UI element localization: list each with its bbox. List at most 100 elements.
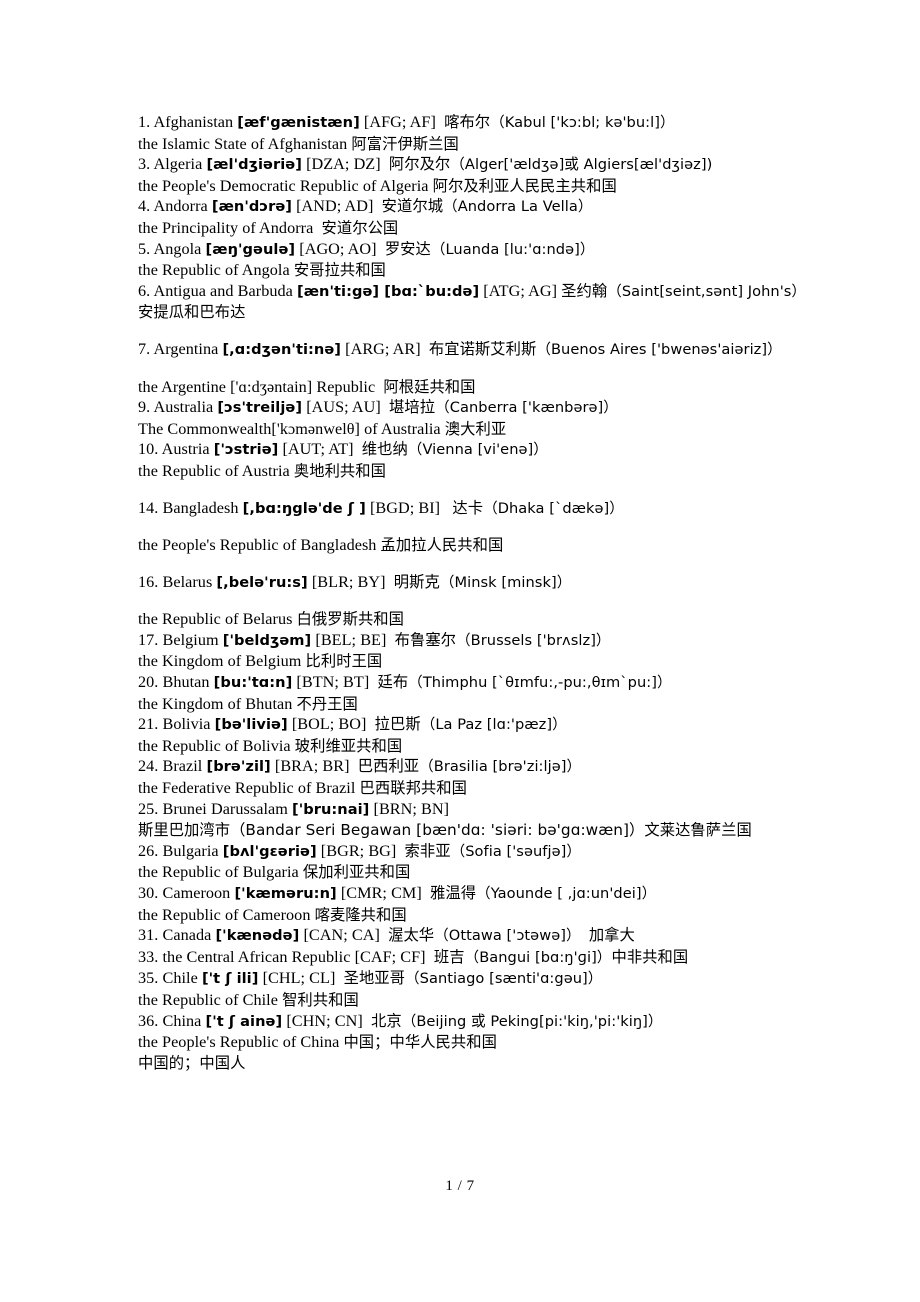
official-name: the People's Democratic Republic of Alge… [138, 176, 429, 195]
country-name: Brunei Darussalam [162, 799, 288, 818]
country-name: Afghanistan [153, 113, 234, 131]
capital-chinese: 罗安达 [384, 239, 431, 258]
document-page: 1. Afghanistan [æf'gænistæn] [AFG; AF] 喀… [0, 0, 920, 1302]
country-codes: [CMR; CM] [340, 884, 422, 902]
country-name: China [162, 1011, 202, 1030]
entry-line: 25. Brunei Darussalam ['bru:nai] [BRN; B… [138, 799, 798, 821]
pronunciation: ['ɔstriə] [213, 441, 279, 459]
document-body: 1. Afghanistan [æf'gænistæn] [AFG; AF] 喀… [138, 112, 806, 1074]
capital-english: （Santiago [sænti'ɑ:gəu]） [405, 970, 603, 988]
capital-english: （Alger['ældʒə]或 Algiers[æl'dʒiəz]) [450, 156, 713, 174]
official-name: the Republic of Austria [138, 461, 290, 480]
entry-line: the Republic of Bulgaria 保加利亚共和国 [138, 862, 798, 883]
capital-english: （Dhaka [`dækə]） [483, 499, 624, 517]
capital-english: （Thimphu [`θɪmfu:,-pu:,θɪm`pu:]） [408, 674, 672, 692]
pronunciation: [brə'zil] [206, 758, 271, 776]
entry-number: 16. [138, 572, 159, 591]
entry-number: 10. [138, 440, 159, 459]
official-name-chinese: 澳大利亚 [444, 419, 507, 438]
official-name: The Commonwealth['kɔmənwelθ] of Australi… [138, 419, 441, 438]
country-name: Antigua and Barbuda [153, 281, 293, 300]
country-codes: [BTN; BT] [296, 673, 370, 692]
entry-number: 4. [138, 197, 151, 216]
official-name-chinese: 阿根廷共和国 [383, 377, 476, 396]
official-name-chinese: 玻利维亚共和国 [294, 736, 403, 755]
official-name-chinese: 阿富汗伊斯兰国 [351, 134, 459, 153]
country-codes: [AUS; AU] [306, 398, 381, 417]
official-name: the Kingdom of Bhutan [138, 694, 293, 713]
entry-line: the Republic of Belarus 白俄罗斯共和国 [138, 609, 798, 630]
pronunciation: [æŋ'gəulə] [205, 240, 296, 258]
entry-line: the People's Republic of China 中国；中华人民共和… [138, 1032, 798, 1053]
capital-chinese: 雅温得 [430, 884, 477, 902]
entry-number: 36. [138, 1011, 159, 1030]
capital-chinese: 圣约翰 [561, 281, 608, 300]
page-footer: 1 / 7 [445, 1178, 475, 1194]
pronunciation: ['beldʒəm] [222, 631, 312, 649]
capital-chinese: 安道尔城 [381, 197, 444, 216]
capital-chinese: 北京 [371, 1011, 402, 1030]
official-name: the Republic of Belarus [138, 610, 293, 629]
entry-line: 14. Bangladesh [,bɑ:ŋglə'de ʃ ] [BGD; BI… [138, 498, 798, 520]
official-name-chinese: 孟加拉人民共和国 [380, 536, 504, 555]
country-codes: [ATG; AG] [483, 281, 558, 300]
entry-line: 安提瓜和巴布达 [138, 302, 798, 323]
capital-chinese: 达卡 [452, 498, 484, 517]
entry-line: the Kingdom of Belgium 比利时王国 [138, 651, 798, 672]
official-name: the Principality of Andorra [138, 218, 314, 237]
entry-line: the Republic of Austria 奥地利共和国 [138, 461, 798, 482]
country-name: Brazil [162, 757, 203, 776]
entry-line: 中国的；中国人 [138, 1053, 798, 1074]
entry-number: 14. [138, 498, 159, 517]
pronunciation: [,ɑ:dʒən'ti:nə] [222, 340, 342, 358]
capital-english: （Andorra La Vella） [443, 198, 593, 216]
capital-english: （Saint[seint,sənt] John's） [607, 282, 807, 300]
entry-line: 36. China ['t ʃ ainə] [CHN; CN] 北京（Beiji… [138, 1011, 798, 1033]
entry-line: the People's Republic of Bangladesh 孟加拉人… [138, 535, 798, 556]
entry-number: 17. [138, 630, 159, 649]
entry-number: 1. [138, 113, 151, 131]
country-name: Belgium [162, 630, 219, 649]
capital-chinese: 拉巴斯 [374, 715, 421, 734]
country-codes: [BGD; BI] [369, 498, 441, 517]
entry-number: 21. [138, 715, 159, 734]
capital-chinese: 明斯克 [393, 572, 440, 591]
entry-line: the Republic of Chile 智利共和国 [138, 990, 798, 1011]
entry-line: 21. Bolivia [bə'liviə] [BOL; BO] 拉巴斯（La … [138, 714, 798, 736]
entry-line: 5. Angola [æŋ'gəulə] [AGO; AO] 罗安达（Luand… [138, 239, 798, 261]
capital-chinese: 渥太华 [388, 926, 435, 945]
official-name: the Republic of Angola [138, 261, 290, 280]
capital-chinese: 圣地亚哥 [343, 969, 405, 988]
entry-line: 26. Bulgaria [bʌl'gɛəriə] [BGR; BG] 索非亚（… [138, 841, 798, 863]
pronunciation: ['kænədə] [215, 927, 300, 945]
capital-english: （Brasilia [brə'zi:ljə]） [419, 758, 582, 776]
entry-line: the Islamic State of Afghanistan 阿富汗伊斯兰国 [138, 134, 798, 155]
pronunciation: [bu:'tɑ:n] [213, 674, 293, 692]
pronunciation: ['bru:nai] [291, 800, 370, 818]
official-name-chinese: 智利共和国 [282, 990, 359, 1009]
capital-english: （La Paz [lɑ:'pæz]） [420, 716, 567, 734]
entry-line: 斯里巴加湾市（Bandar Seri Begawan [bæn'dɑ: 'siə… [138, 820, 798, 841]
capital-english: （Ottawa ['ɔtəwə]） [434, 927, 581, 945]
pronunciation: ['t ʃ ili] [201, 970, 259, 988]
official-name-chinese: 巴西联邦共和国 [359, 779, 467, 798]
country-name: Andorra [153, 197, 208, 216]
entry-number: 5. [138, 239, 151, 258]
entry-line: 1. Afghanistan [æf'gænistæn] [AFG; AF] 喀… [138, 112, 798, 134]
country-codes: [DZA; DZ] [306, 155, 381, 174]
official-name-chinese: 中国；中华人民共和国 [343, 1033, 497, 1052]
country-codes: [AUT; AT] [282, 440, 354, 459]
capital-chinese: 堪培拉 [389, 398, 436, 417]
official-name-chinese: 奥地利共和国 [293, 461, 386, 480]
country-name-chinese: 加拿大 [588, 926, 635, 945]
pronunciation: [ɔs'treiljə] [217, 399, 303, 417]
official-name: the Argentine ['ɑ:dʒəntain] Republic [138, 377, 376, 396]
entry-line: 24. Brazil [brə'zil] [BRA; BR] 巴西利亚（Bras… [138, 756, 798, 778]
pronunciation: [æl'dʒiəriə] [206, 156, 302, 174]
entry-line: 9. Australia [ɔs'treiljə] [AUS; AU] 堪培拉（… [138, 397, 798, 419]
entry-number: 35. [138, 969, 159, 988]
entry-line: the Republic of Angola 安哥拉共和国 [138, 260, 798, 281]
entry-line: 10. Austria ['ɔstriə] [AUT; AT] 维也纳（Vien… [138, 439, 798, 461]
capital-english: （Buenos Aires ['bwenəs'aiəriz]） [536, 340, 782, 358]
entry-line: 35. Chile ['t ʃ ili] [CHL; CL] 圣地亚哥（Sant… [138, 968, 798, 990]
